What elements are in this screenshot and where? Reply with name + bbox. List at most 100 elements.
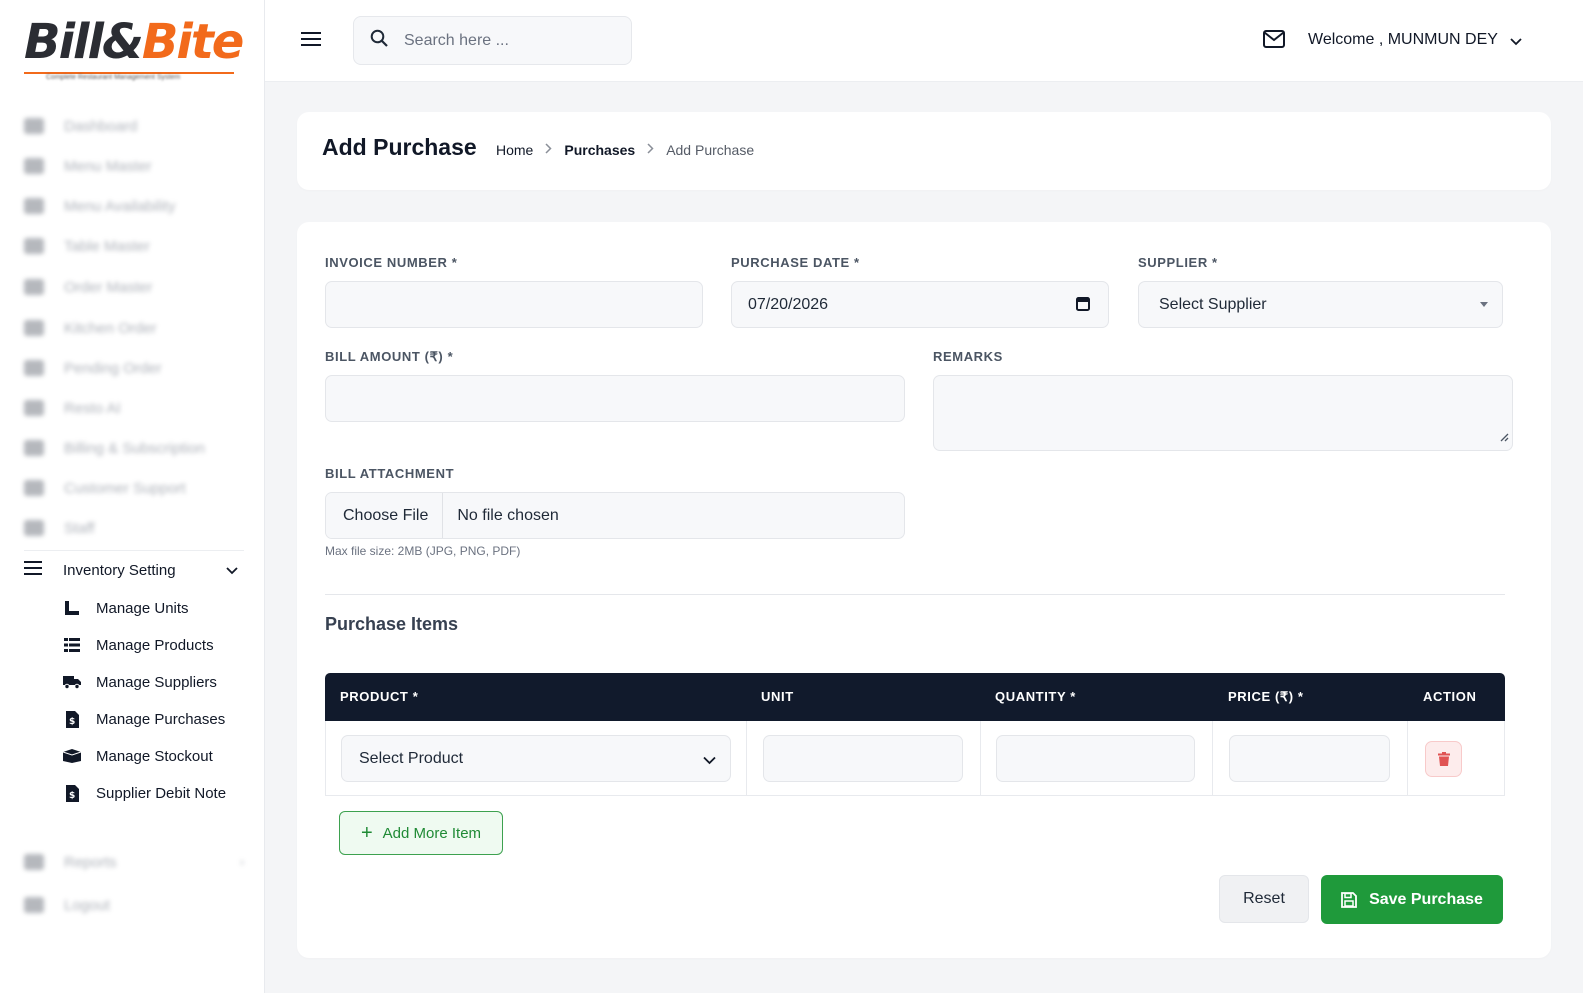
sidebar-item-menu-availability[interactable]: Menu Availability xyxy=(24,186,244,226)
sidebar-item-customer-support[interactable]: Customer Support xyxy=(24,468,244,508)
brand-word-1: Bill& xyxy=(24,14,144,70)
sidebar-subitem-manage-suppliers[interactable]: Manage Suppliers xyxy=(63,665,253,699)
caret-down-icon xyxy=(1480,302,1488,307)
reset-button[interactable]: Reset xyxy=(1219,875,1309,923)
sidebar-item-kitchen-order[interactable]: Kitchen Order xyxy=(24,308,244,348)
unit-input[interactable] xyxy=(763,735,963,782)
invoice-icon: $ xyxy=(63,710,81,728)
sidebar-item-reports[interactable]: Reports › xyxy=(24,842,244,882)
mail-icon[interactable] xyxy=(1263,30,1287,50)
truck-icon xyxy=(63,674,81,690)
dashboard-icon xyxy=(24,118,44,134)
purchase-date-label: PURCHASE DATE * xyxy=(731,255,860,270)
choose-file-button[interactable]: Choose File xyxy=(326,493,444,538)
product-select[interactable]: Select Product xyxy=(341,735,731,782)
sidebar: Bill&Bite Complete Restaurant Management… xyxy=(0,0,265,993)
brand-word-2: Bite xyxy=(141,14,245,70)
sidebar-subitem-manage-units[interactable]: Manage Units xyxy=(63,591,253,625)
chevron-down-icon xyxy=(703,752,716,770)
sidebar-item-pending-order[interactable]: Pending Order xyxy=(24,348,244,388)
sidebar-item-label: Table Master xyxy=(64,237,150,255)
ruler-icon xyxy=(63,600,81,616)
sidebar-item-label: Menu Master xyxy=(64,157,152,175)
chevron-down-icon xyxy=(226,562,238,580)
quantity-input[interactable] xyxy=(996,735,1195,782)
delete-row-button[interactable] xyxy=(1425,741,1462,777)
remarks-textarea[interactable] xyxy=(933,375,1513,451)
sidebar-subitem-label: Supplier Debit Note xyxy=(96,784,227,802)
sidebar-subitem-manage-stockout[interactable]: Manage Stockout xyxy=(63,739,253,773)
sidebar-subitem-label: Manage Suppliers xyxy=(96,673,217,691)
search-box xyxy=(353,16,632,65)
sidebar-subitem-manage-purchases[interactable]: $ Manage Purchases xyxy=(63,702,253,736)
sidebar-item-label: Customer Support xyxy=(64,479,186,497)
price-input[interactable] xyxy=(1229,735,1390,782)
sidebar-item-logout[interactable]: Logout xyxy=(24,885,244,925)
search-input[interactable] xyxy=(404,31,604,50)
column-divider xyxy=(1407,721,1408,795)
reports-icon xyxy=(24,854,44,870)
sidebar-item-menu-master[interactable]: Menu Master xyxy=(24,146,244,186)
sidebar-item-label: Logout xyxy=(64,896,110,914)
user-welcome[interactable]: Welcome , MUNMUN DEY xyxy=(1308,31,1498,49)
table-row: Select Product xyxy=(325,721,1505,796)
sidebar-item-label: Order Master xyxy=(64,278,153,296)
sidebar-subitem-supplier-debit-note[interactable]: $ Supplier Debit Note xyxy=(63,776,253,810)
sidebar-item-dashboard[interactable]: Dashboard xyxy=(24,106,244,146)
chevron-down-icon[interactable] xyxy=(1510,33,1522,51)
invoice-number-label: INVOICE NUMBER * xyxy=(325,255,458,270)
svg-text:$: $ xyxy=(69,717,75,727)
sidebar-item-label: Dashboard xyxy=(64,117,138,135)
box-icon xyxy=(63,748,81,764)
sidebar-item-label: Reports xyxy=(64,853,117,871)
column-header-quantity: QUANTITY * xyxy=(995,689,1076,704)
support-icon xyxy=(24,480,44,496)
add-more-item-button[interactable]: + Add More Item xyxy=(339,811,503,855)
column-header-action: ACTION xyxy=(1423,689,1477,704)
order-icon xyxy=(24,279,44,295)
supplier-select-value: Select Supplier xyxy=(1159,295,1267,313)
column-header-product: PRODUCT * xyxy=(340,689,419,704)
resize-handle-icon[interactable] xyxy=(1499,429,1509,447)
bill-amount-label: BILL AMOUNT (₹) * xyxy=(325,349,454,364)
column-divider xyxy=(746,721,747,795)
breadcrumb-home[interactable]: Home xyxy=(496,142,533,158)
sidebar-item-label: Billing & Subscription xyxy=(64,439,205,457)
section-divider xyxy=(325,594,1505,595)
product-select-value: Select Product xyxy=(359,749,464,767)
save-purchase-button[interactable]: Save Purchase xyxy=(1321,875,1503,924)
trash-icon xyxy=(1437,752,1450,766)
pending-icon xyxy=(24,360,44,376)
column-divider xyxy=(1212,721,1213,795)
brand-logo[interactable]: Bill&Bite Complete Restaurant Management… xyxy=(24,12,244,84)
column-header-price: PRICE (₹) * xyxy=(1228,689,1304,704)
add-purchase-form: INVOICE NUMBER * PURCHASE DATE * 07/20/2… xyxy=(297,222,1551,958)
purchase-date-value: 07/20/2026 xyxy=(748,295,829,313)
invoice-number-input[interactable] xyxy=(342,295,686,314)
menu-icon xyxy=(24,158,44,174)
bill-amount-input[interactable] xyxy=(342,389,888,408)
sidebar-item-inventory-setting[interactable]: Inventory Setting xyxy=(24,550,244,590)
sidebar-item-billing[interactable]: Billing & Subscription xyxy=(24,428,244,468)
save-purchase-label: Save Purchase xyxy=(1369,890,1483,908)
staff-icon xyxy=(24,520,44,536)
calendar-icon[interactable] xyxy=(1076,296,1090,316)
file-size-hint: Max file size: 2MB (JPG, PNG, PDF) xyxy=(325,544,521,558)
hamburger-icon xyxy=(301,32,321,46)
sidebar-item-resto-ai[interactable]: Resto AI xyxy=(24,388,244,428)
sidebar-item-order-master[interactable]: Order Master xyxy=(24,267,244,307)
billing-icon xyxy=(24,440,44,456)
bars-icon xyxy=(24,561,44,580)
brand-tagline: Complete Restaurant Management System xyxy=(46,74,181,81)
logout-icon xyxy=(24,897,44,913)
sidebar-subitem-manage-products[interactable]: Manage Products xyxy=(63,628,253,662)
page-title: Add Purchase xyxy=(322,134,477,160)
bill-attachment-label: BILL ATTACHMENT xyxy=(325,466,455,481)
supplier-select[interactable]: Select Supplier xyxy=(1138,281,1503,328)
column-header-unit: UNIT xyxy=(761,689,794,704)
breadcrumb-purchases[interactable]: Purchases xyxy=(564,142,635,158)
sidebar-item-staff[interactable]: Staff xyxy=(24,508,244,548)
purchase-date-input[interactable]: 07/20/2026 xyxy=(731,281,1109,328)
hamburger-menu-button[interactable] xyxy=(301,30,323,52)
sidebar-item-table-master[interactable]: Table Master xyxy=(24,226,244,266)
